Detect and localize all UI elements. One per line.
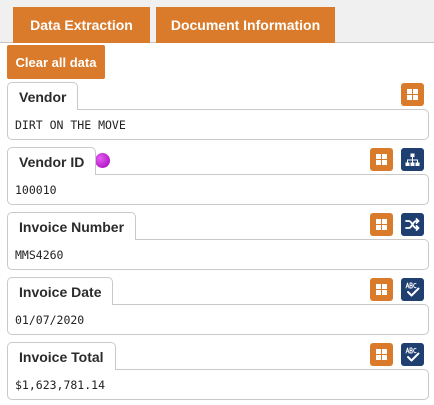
invoice-total-field[interactable]: $1,623,781.14 bbox=[7, 369, 429, 400]
field-label: Invoice Number bbox=[7, 212, 137, 240]
grid-icon[interactable] bbox=[370, 148, 393, 171]
grid-icon[interactable] bbox=[370, 343, 393, 366]
field-vendor-id: Vendor ID 100010 bbox=[7, 147, 429, 205]
grid-icon[interactable] bbox=[401, 83, 424, 106]
grid-icon[interactable] bbox=[370, 278, 393, 301]
tab-data-extraction[interactable]: Data Extraction bbox=[13, 7, 150, 43]
invoice-date-field[interactable]: 01/07/2020 bbox=[7, 304, 429, 335]
field-vendor: Vendor DIRT ON THE MOVE bbox=[7, 82, 429, 140]
field-label: Invoice Date bbox=[7, 277, 114, 305]
invoice-number-field[interactable]: MMS4260 bbox=[7, 239, 429, 270]
tab-bar: Data Extraction Document Information bbox=[0, 0, 434, 43]
shuffle-icon[interactable] bbox=[401, 213, 424, 236]
field-label: Vendor ID bbox=[7, 147, 97, 175]
grid-icon[interactable] bbox=[370, 213, 393, 236]
vendor-field[interactable]: DIRT ON THE MOVE bbox=[7, 109, 429, 140]
field-label: Invoice Total bbox=[7, 342, 116, 370]
field-invoice-total: Invoice Total $1,623,781.14 bbox=[7, 342, 429, 400]
hierarchy-icon[interactable] bbox=[401, 148, 424, 171]
clear-all-data-button[interactable]: Clear all data bbox=[7, 45, 105, 79]
field-label: Vendor bbox=[7, 82, 79, 110]
field-invoice-date: Invoice Date 01/07/2020 bbox=[7, 277, 429, 335]
tab-document-information[interactable]: Document Information bbox=[156, 7, 335, 43]
spellcheck-icon[interactable] bbox=[401, 343, 424, 366]
vendor-id-field[interactable]: 100010 bbox=[7, 174, 429, 205]
spellcheck-icon[interactable] bbox=[401, 278, 424, 301]
status-dot-icon bbox=[95, 153, 110, 168]
field-invoice-number: Invoice Number MMS4260 bbox=[7, 212, 429, 270]
